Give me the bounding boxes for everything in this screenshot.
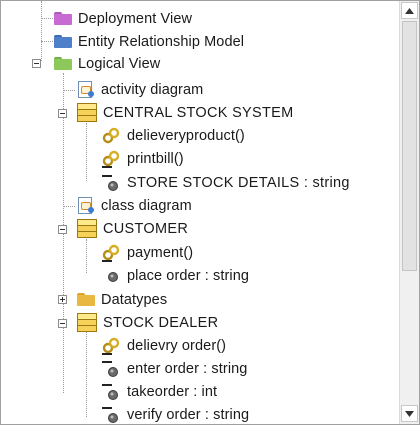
scrollbar-thumb[interactable] (402, 21, 417, 271)
operation-icon (101, 337, 121, 355)
scroll-down-button[interactable] (401, 405, 418, 422)
diagram-icon (77, 80, 95, 99)
entity-relationship-folder-icon (54, 35, 72, 48)
tree-item-delievry-order[interactable]: delievry order() (101, 334, 226, 357)
tree-item-label: Datatypes (101, 291, 168, 308)
tree-item-label: enter order : string (127, 360, 248, 377)
attribute-icon (101, 267, 121, 285)
diagram-icon (77, 196, 95, 215)
tree-item-datatypes[interactable]: Datatypes (77, 288, 167, 311)
tree-line (41, 18, 53, 19)
tree-item-stock-dealer[interactable]: STOCK DEALER (77, 311, 218, 334)
tree-item-verify-order[interactable]: verify order : string (101, 403, 250, 424)
attribute-icon (101, 360, 121, 378)
tree-item-label: Entity Relationship Model (78, 33, 245, 50)
tree-item-payment[interactable]: payment() (101, 241, 193, 264)
tree-line (86, 123, 87, 181)
tree-item-store-stock-details[interactable]: STORE STOCK DETAILS : string (101, 171, 350, 194)
tree-item-central-stock-system[interactable]: CENTRAL STOCK SYSTEM (77, 101, 294, 124)
deployment-view-folder-icon (54, 12, 72, 25)
tree-item-place-order[interactable]: place order : string (101, 264, 249, 287)
tree-item-label: place order : string (127, 267, 250, 284)
tree-item-label: activity diagram (101, 81, 204, 98)
tree-item-label: delieveryproduct() (127, 127, 245, 144)
tree-item-label: printbill() (127, 150, 184, 167)
model-browser-tree: Deployment View Entity Relationship Mode… (1, 1, 399, 424)
tree-item-label: takeorder : int (127, 383, 218, 400)
attribute-icon (101, 383, 121, 401)
tree-line (86, 239, 87, 273)
attribute-icon (101, 174, 121, 192)
tree-item-label: delievry order() (127, 337, 227, 354)
tree-item-printbill[interactable]: printbill() (101, 147, 184, 170)
model-tree-panel: Deployment View Entity Relationship Mode… (0, 0, 420, 425)
class-icon (77, 313, 97, 332)
tree-item-delieveryproduct[interactable]: delieveryproduct() (101, 124, 245, 147)
tree-item-takeorder[interactable]: takeorder : int (101, 380, 217, 403)
datatypes-folder-icon (77, 293, 95, 306)
tree-line (41, 1, 42, 61)
collapse-toggle-icon[interactable] (58, 109, 67, 118)
tree-item-deployment-view[interactable]: Deployment View (54, 7, 192, 30)
vertical-scrollbar[interactable] (399, 1, 419, 424)
tree-item-label: STORE STOCK DETAILS : string (127, 174, 350, 191)
tree-item-label: verify order : string (127, 406, 250, 423)
tree-item-label: Logical View (78, 55, 161, 72)
tree-item-label: payment() (127, 244, 194, 261)
tree-item-activity-diagram[interactable]: activity diagram (77, 78, 203, 101)
class-icon (77, 103, 97, 122)
tree-line (41, 41, 53, 42)
tree-item-customer[interactable]: CUSTOMER (77, 217, 188, 240)
operation-icon (101, 244, 121, 262)
scroll-up-arrow-icon (405, 7, 414, 14)
class-icon (77, 219, 97, 238)
logical-view-folder-icon (54, 57, 72, 70)
attribute-icon (101, 406, 121, 424)
collapse-toggle-icon[interactable] (58, 225, 67, 234)
tree-item-label: Deployment View (78, 10, 193, 27)
tree-item-class-diagram[interactable]: class diagram (77, 194, 192, 217)
collapse-toggle-icon[interactable] (58, 319, 67, 328)
collapse-toggle-icon[interactable] (32, 59, 41, 68)
tree-item-label: class diagram (101, 197, 192, 214)
tree-line (86, 332, 87, 417)
tree-item-entity-relationship-model[interactable]: Entity Relationship Model (54, 30, 244, 53)
tree-item-logical-view[interactable]: Logical View (54, 52, 160, 75)
operation-icon (101, 150, 121, 168)
tree-item-label: CENTRAL STOCK SYSTEM (103, 104, 294, 121)
expand-toggle-icon[interactable] (58, 295, 67, 304)
tree-line (63, 90, 75, 91)
scroll-up-button[interactable] (401, 2, 418, 19)
operation-icon (101, 127, 121, 145)
tree-item-label: CUSTOMER (103, 220, 189, 237)
scroll-down-arrow-icon (405, 410, 414, 417)
tree-line (63, 206, 75, 207)
tree-item-label: STOCK DEALER (103, 314, 219, 331)
tree-item-enter-order[interactable]: enter order : string (101, 357, 247, 380)
